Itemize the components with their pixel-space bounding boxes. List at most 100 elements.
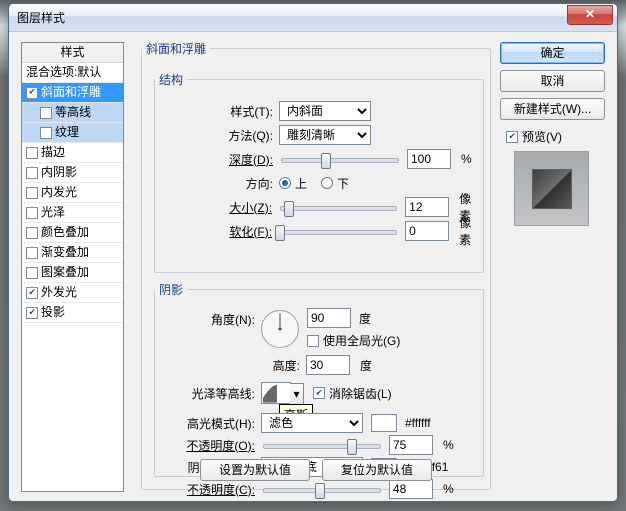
depth-label: 深度(D): <box>155 151 273 168</box>
soften-label: 软化(F): <box>155 223 272 240</box>
sidebar-item-label: 投影 <box>41 303 65 322</box>
angle-label: 角度(N): <box>155 308 255 328</box>
sidebar-item-checkbox[interactable] <box>26 227 38 239</box>
highlight-color-swatch[interactable] <box>371 414 397 432</box>
reset-default-button[interactable]: 复位为默认值 <box>322 459 432 481</box>
gloss-contour-picker[interactable]: ▾ <box>261 382 291 404</box>
highlight-opacity-unit: % <box>443 438 454 452</box>
sidebar-item-7[interactable]: 光泽 <box>22 203 123 223</box>
shading-legend: 阴影 <box>155 281 187 298</box>
angle-input[interactable] <box>307 308 351 328</box>
preview-label: 预览(V) <box>522 128 562 145</box>
sidebar-item-label: 图案叠加 <box>41 263 89 282</box>
direction-up-label: 上 <box>295 175 307 192</box>
sidebar-item-label: 内发光 <box>41 183 77 202</box>
highlight-opacity-slider[interactable] <box>263 437 381 453</box>
angle-unit: 度 <box>359 310 371 327</box>
sidebar-item-checkbox[interactable] <box>26 267 38 279</box>
sidebar-item-label: 斜面和浮雕 <box>41 83 101 102</box>
direction-label: 方向: <box>155 175 273 192</box>
soften-input[interactable] <box>405 221 449 241</box>
sidebar-item-6[interactable]: 内发光 <box>22 183 123 203</box>
size-label: 大小(Z): <box>155 199 272 216</box>
cancel-button[interactable]: 取消 <box>500 70 605 92</box>
depth-input[interactable] <box>407 149 451 169</box>
preview-checkbox[interactable] <box>506 131 518 143</box>
sidebar-item-label: 颜色叠加 <box>41 223 89 242</box>
direction-down-radio[interactable] <box>321 177 333 189</box>
altitude-input[interactable] <box>306 355 350 375</box>
global-light-label: 使用全局光(G) <box>323 332 400 349</box>
anti-alias-label: 消除锯齿(L) <box>329 385 392 402</box>
depth-unit: % <box>461 152 472 166</box>
style-label: 样式(T): <box>155 103 273 120</box>
technique-select[interactable]: 雕刻清晰 <box>279 125 371 145</box>
sidebar-item-3[interactable]: 纹理 <box>22 123 123 143</box>
sidebar-item-checkbox[interactable] <box>26 187 38 199</box>
sidebar-item-label: 等高线 <box>55 103 91 122</box>
highlight-mode-label: 高光模式(H): <box>155 415 255 432</box>
sidebar-item-4[interactable]: 描边 <box>22 143 123 163</box>
sidebar-item-checkbox[interactable] <box>26 167 38 179</box>
sidebar-item-1[interactable]: 斜面和浮雕 <box>22 83 123 103</box>
sidebar-item-label: 混合选项:默认 <box>26 63 101 82</box>
sidebar-item-label: 光泽 <box>41 203 65 222</box>
sidebar-item-checkbox[interactable] <box>40 127 52 139</box>
depth-slider[interactable] <box>281 151 399 167</box>
sidebar-header: 样式 <box>22 43 123 63</box>
sidebar-item-12[interactable]: 投影 <box>22 303 123 323</box>
sidebar-item-checkbox[interactable] <box>26 147 38 159</box>
direction-up-radio[interactable] <box>279 177 291 189</box>
sidebar-item-label: 渐变叠加 <box>41 243 89 262</box>
highlight-opacity-label: 不透明度(O): <box>155 437 255 454</box>
sidebar-item-2[interactable]: 等高线 <box>22 103 123 123</box>
style-select[interactable]: 内斜面 <box>279 101 371 121</box>
sidebar-item-checkbox[interactable] <box>26 307 38 319</box>
window-title: 图层样式 <box>17 9 567 26</box>
sidebar-item-8[interactable]: 颜色叠加 <box>22 223 123 243</box>
sidebar-item-5[interactable]: 内阴影 <box>22 163 123 183</box>
sidebar-item-label: 内阴影 <box>41 163 77 182</box>
right-column: 确定 取消 新建样式(W)... 预览(V) <box>500 42 605 226</box>
angle-dial[interactable] <box>261 310 299 348</box>
anti-alias-checkbox[interactable] <box>313 387 325 399</box>
close-button[interactable]: ✕ <box>567 5 613 25</box>
sidebar-item-checkbox[interactable] <box>26 287 38 299</box>
sidebar-item-9[interactable]: 渐变叠加 <box>22 243 123 263</box>
highlight-opacity-input[interactable] <box>389 435 433 455</box>
direction-down-label: 下 <box>337 175 349 192</box>
soften-unit: 像素 <box>459 214 483 248</box>
close-icon: ✕ <box>585 7 595 21</box>
altitude-label: 高度: <box>155 357 300 374</box>
highlight-mode-select[interactable]: 滤色 <box>261 413 363 433</box>
bevel-emboss-group: 斜面和浮雕 结构 样式(T): 内斜面 方法(Q): 雕刻清晰 深度(D): % <box>141 40 491 490</box>
global-light-checkbox[interactable] <box>307 335 319 347</box>
gloss-contour-label: 光泽等高线: <box>155 385 255 402</box>
size-input[interactable] <box>405 197 449 217</box>
altitude-unit: 度 <box>360 357 372 374</box>
sidebar-item-0[interactable]: 混合选项:默认 <box>22 63 123 83</box>
sidebar-item-checkbox[interactable] <box>40 107 52 119</box>
styles-sidebar: 样式 混合选项:默认斜面和浮雕等高线纹理描边内阴影内发光光泽颜色叠加渐变叠加图案… <box>21 42 124 492</box>
sidebar-item-checkbox[interactable] <box>26 87 38 99</box>
shadow-opacity-unit: % <box>443 482 454 496</box>
new-style-button[interactable]: 新建样式(W)... <box>500 98 605 120</box>
titlebar[interactable]: 图层样式 ✕ <box>9 4 617 32</box>
shadow-opacity-input[interactable] <box>389 479 433 499</box>
ok-button[interactable]: 确定 <box>500 42 605 64</box>
shadow-opacity-slider[interactable] <box>263 481 381 497</box>
sidebar-item-checkbox[interactable] <box>26 247 38 259</box>
chevron-down-icon[interactable]: ▾ <box>290 383 304 405</box>
shading-group: 阴影 角度(N): 度 使用全局光(G) <box>154 281 484 477</box>
sidebar-item-10[interactable]: 图案叠加 <box>22 263 123 283</box>
make-default-button[interactable]: 设置为默认值 <box>200 459 310 481</box>
bevel-emboss-legend: 斜面和浮雕 <box>142 40 210 57</box>
sidebar-item-label: 纹理 <box>55 123 79 142</box>
size-slider[interactable] <box>280 199 397 215</box>
style-preview <box>514 151 589 226</box>
structure-group: 结构 样式(T): 内斜面 方法(Q): 雕刻清晰 深度(D): % 方向: <box>154 71 484 273</box>
soften-slider[interactable] <box>280 223 397 239</box>
sidebar-item-checkbox[interactable] <box>26 207 38 219</box>
sidebar-item-11[interactable]: 外发光 <box>22 283 123 303</box>
structure-legend: 结构 <box>155 71 187 88</box>
